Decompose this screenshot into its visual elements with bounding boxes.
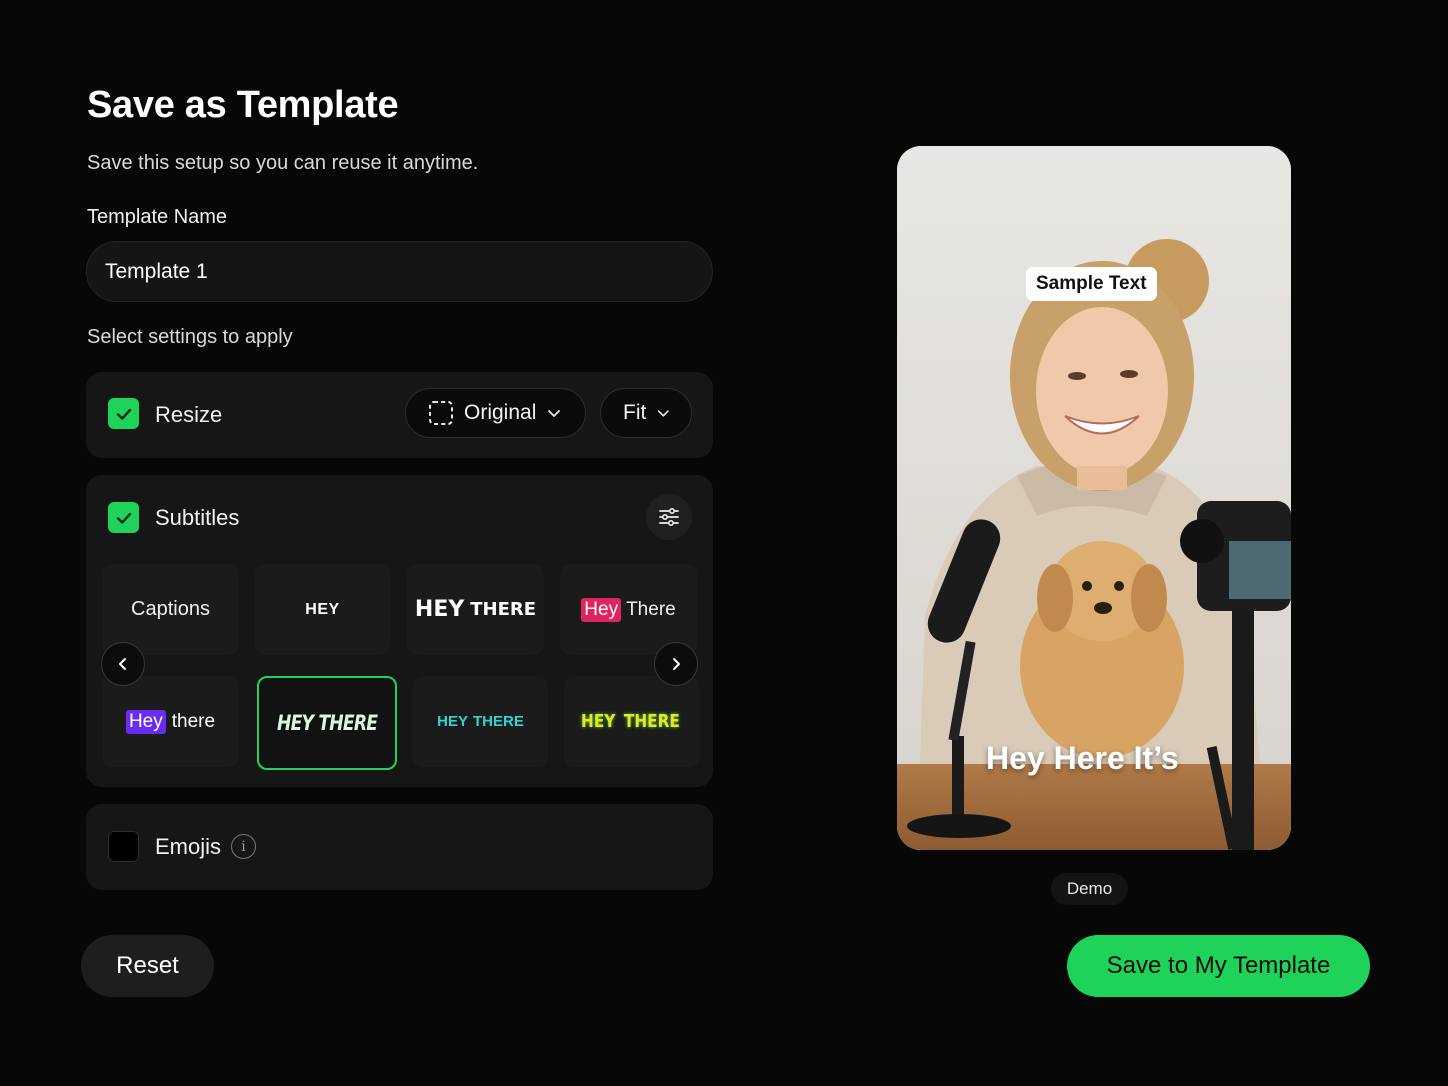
demo-badge: Demo — [1051, 873, 1128, 905]
chevron-down-icon — [548, 410, 561, 417]
sliders-icon — [659, 507, 679, 527]
resize-card: Resize Original Fit — [86, 372, 713, 458]
reset-button[interactable]: Reset — [81, 935, 214, 997]
subtitles-label: Subtitles — [155, 505, 240, 530]
subtitle-style-hey-there-purple[interactable]: Hey there — [102, 676, 239, 767]
emojis-checkbox[interactable] — [108, 831, 139, 862]
style-label-a: Hey — [125, 709, 166, 734]
style-label-a: HEY — [437, 713, 468, 730]
page-title: Save as Template — [87, 84, 399, 126]
subtitle-style-hey-there-cyan[interactable]: HEY THERE — [413, 676, 548, 767]
resize-checkbox[interactable] — [108, 398, 139, 429]
chevron-left-icon — [119, 658, 126, 670]
settings-label: Select settings to apply — [87, 326, 293, 348]
subtitle-style-hey-bold[interactable]: HEY — [255, 564, 390, 655]
template-name-input[interactable] — [86, 241, 713, 302]
styles-next-button[interactable] — [654, 642, 698, 686]
style-label-a: Hey — [581, 597, 622, 622]
preview-caption: Hey Here It’s — [986, 740, 1179, 776]
style-label-b: THERE — [623, 711, 680, 732]
save-to-template-button[interactable]: Save to My Template — [1067, 935, 1370, 997]
emojis-card: Emojis i — [86, 804, 713, 890]
style-label-a: HEY — [414, 597, 465, 622]
style-label-b: There — [626, 598, 676, 620]
subtitles-checkbox[interactable] — [108, 502, 139, 533]
subtitle-settings-button[interactable] — [646, 494, 692, 540]
check-icon — [116, 408, 131, 420]
subtitles-card: Subtitles Captions HEY HEY THERE Hey The… — [86, 475, 713, 787]
styles-prev-button[interactable] — [101, 642, 145, 686]
info-icon[interactable]: i — [231, 834, 256, 859]
chevron-down-icon — [658, 410, 670, 417]
style-label: Captions — [131, 598, 210, 620]
style-label: HEY THERE — [276, 711, 378, 735]
emojis-label: Emojis — [155, 834, 222, 859]
style-label-b: THERE — [473, 713, 524, 730]
style-label: HEY — [305, 600, 340, 618]
fit-dropdown[interactable]: Fit — [600, 388, 692, 438]
sample-text-chip: Sample Text — [1026, 267, 1157, 301]
aspect-ratio-value: Original — [464, 401, 537, 424]
page-subtitle: Save this setup so you can reuse it anyt… — [87, 152, 479, 174]
crop-frame-icon — [429, 401, 453, 425]
fit-value: Fit — [623, 401, 647, 424]
resize-label: Resize — [155, 402, 223, 427]
subtitle-style-hey-there-italic[interactable]: HEY THERE — [257, 676, 397, 770]
aspect-ratio-dropdown[interactable]: Original — [405, 388, 586, 438]
style-label-a: HEY — [581, 711, 616, 732]
style-label-b: there — [171, 710, 216, 732]
subtitle-style-hey-there-yellow[interactable]: HEY THERE — [564, 676, 699, 767]
template-name-label: Template Name — [87, 206, 228, 228]
check-icon — [116, 512, 131, 524]
preview-frame: Sample Text Hey Here It’s — [897, 146, 1291, 850]
chevron-right-icon — [673, 658, 680, 670]
style-label-b: THERE — [470, 599, 537, 620]
subtitle-style-hey-there-heavy[interactable]: HEY THERE — [407, 564, 544, 655]
